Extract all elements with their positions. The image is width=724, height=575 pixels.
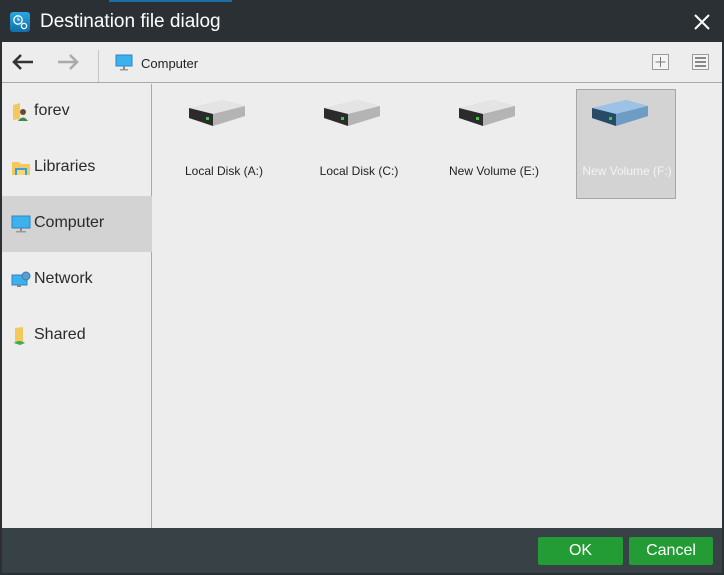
drive-list: Local Disk (A:) Local Disk (C:) New Volu… xyxy=(153,84,722,528)
monitor-icon xyxy=(11,215,31,233)
shared-folder-icon xyxy=(14,327,25,345)
forward-button[interactable] xyxy=(55,52,81,72)
list-view-icon xyxy=(695,57,706,67)
cancel-button[interactable]: Cancel xyxy=(629,537,713,565)
sidebar-item-network[interactable]: Network xyxy=(2,252,152,308)
drive-item-f[interactable]: New Volume (F:) xyxy=(576,89,676,199)
drive-label: New Volume (E:) xyxy=(448,164,540,178)
arrow-left-icon xyxy=(12,54,33,70)
view-mode-button[interactable] xyxy=(692,54,709,70)
title-bar: Destination file dialog xyxy=(2,2,722,42)
toolbar: Computer xyxy=(2,42,722,83)
sidebar: forev Libraries Computer Network Shared xyxy=(2,84,152,528)
drive-item-a[interactable]: Local Disk (A:) xyxy=(173,89,273,199)
sidebar-item-computer[interactable]: Computer xyxy=(2,196,152,252)
sidebar-item-forev[interactable]: forev xyxy=(2,84,152,140)
dialog-footer: OK Cancel xyxy=(2,528,722,573)
hard-drive-icon xyxy=(592,100,648,126)
ok-button[interactable]: OK xyxy=(538,537,623,565)
drive-label: New Volume (F:) xyxy=(582,164,672,178)
drive-label: Local Disk (A:) xyxy=(184,164,264,178)
drive-item-e[interactable]: New Volume (E:) xyxy=(443,89,543,199)
hard-drive-icon xyxy=(189,100,245,126)
drive-label: Local Disk (C:) xyxy=(319,164,399,178)
sidebar-item-shared[interactable]: Shared xyxy=(2,308,152,364)
plus-box-icon xyxy=(655,57,666,67)
backup-gear-icon xyxy=(10,12,30,32)
sidebar-item-libraries[interactable]: Libraries xyxy=(2,140,152,196)
drive-item-c[interactable]: Local Disk (C:) xyxy=(308,89,408,199)
monitor-icon xyxy=(115,54,133,71)
arrow-right-icon xyxy=(58,54,79,70)
dialog-title: Destination file dialog xyxy=(40,11,221,32)
destination-file-dialog: Destination file dialog Computer forev L… xyxy=(2,2,722,573)
network-icon xyxy=(11,271,31,287)
sidebar-item-label: Network xyxy=(34,270,93,287)
user-folder-icon xyxy=(13,103,28,121)
libraries-folder-icon xyxy=(12,162,30,175)
back-button[interactable] xyxy=(10,52,36,72)
sidebar-item-label: forev xyxy=(34,102,70,119)
sidebar-item-label: Libraries xyxy=(34,158,96,175)
new-folder-button[interactable] xyxy=(652,54,669,70)
close-button[interactable] xyxy=(692,12,712,32)
sidebar-item-label: Shared xyxy=(34,326,86,343)
toolbar-separator xyxy=(98,50,99,82)
hard-drive-icon xyxy=(459,100,515,126)
breadcrumb[interactable]: Computer xyxy=(141,56,198,71)
sidebar-item-label: Computer xyxy=(34,214,105,231)
close-icon xyxy=(694,14,710,30)
hard-drive-icon xyxy=(324,100,380,126)
